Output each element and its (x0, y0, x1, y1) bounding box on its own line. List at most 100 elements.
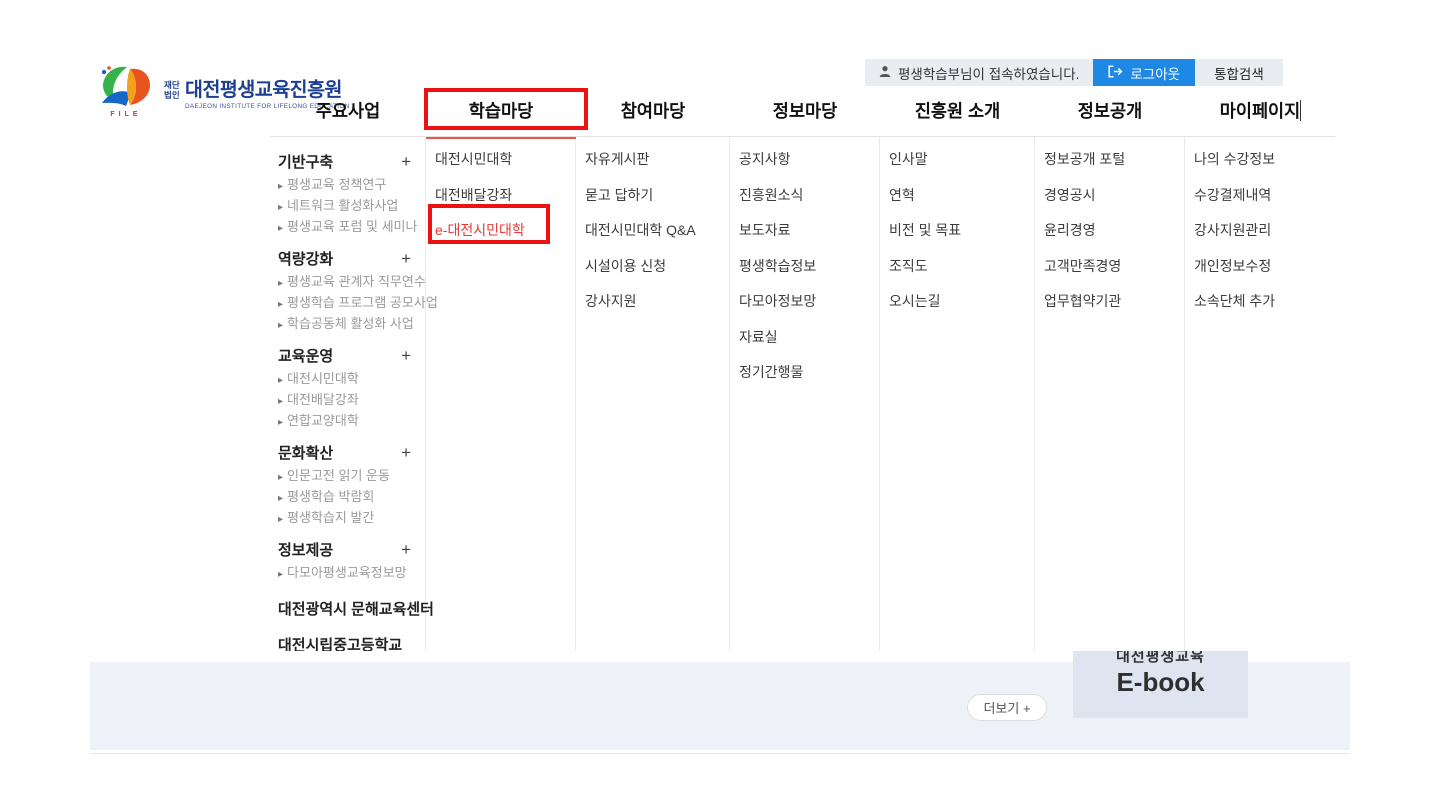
menu-extra-link[interactable]: 대전광역시 문해교육센터 (278, 592, 425, 628)
expand-icon[interactable]: + (401, 249, 411, 269)
menu-item[interactable]: 정보공개 포털 (1035, 142, 1184, 178)
menu-sub-item[interactable]: ▸학습공동체 활성화 사업 (278, 313, 425, 334)
more-button[interactable]: 더보기 + (967, 694, 1047, 721)
menu-group-title[interactable]: 역량강화 + (278, 246, 425, 271)
logo-prefix: 재단법인 (164, 81, 181, 101)
menu-item[interactable]: 업무협약기관 (1035, 284, 1184, 320)
bullet-arrow-icon: ▸ (278, 299, 283, 310)
menu-item[interactable]: 비전 및 목표 (880, 213, 1034, 249)
logo-file-letters: FILE (95, 111, 157, 118)
menu-item[interactable]: 연혁 (880, 178, 1034, 214)
logo-emblem-icon: FILE (95, 64, 157, 118)
menu-item[interactable]: 묻고 답하기 (576, 178, 729, 214)
menu-item[interactable]: 다모아정보망 (730, 284, 879, 320)
menu-group-label: 정보제공 (278, 539, 333, 560)
menu-item[interactable]: 개인정보수정 (1185, 249, 1335, 285)
menu-item[interactable]: 강사지원 (576, 284, 729, 320)
logout-label: 로그아웃 (1130, 63, 1180, 83)
menu-item[interactable]: 정기간행물 (730, 355, 879, 391)
active-tab-underline (426, 137, 576, 139)
menu-sub-item[interactable]: ▸평생학습 박람회 (278, 486, 425, 507)
expand-icon[interactable]: + (401, 346, 411, 366)
bullet-arrow-icon: ▸ (278, 320, 283, 331)
nav-item-disclosure[interactable]: 정보공개 (1035, 94, 1185, 128)
bullet-arrow-icon: ▸ (278, 223, 283, 234)
menu-item[interactable]: 보도자료 (730, 213, 879, 249)
bullet-arrow-icon: ▸ (278, 569, 283, 580)
bullet-arrow-icon: ▸ (278, 278, 283, 289)
menu-group-title[interactable]: 정보제공 + (278, 537, 425, 562)
menu-item[interactable]: 나의 수강정보 (1185, 142, 1335, 178)
menu-item[interactable]: 진흥원소식 (730, 178, 879, 214)
menu-sub-item[interactable]: ▸대전시민대학 (278, 368, 425, 389)
menu-item[interactable]: 조직도 (880, 249, 1034, 285)
menu-column-learning: 대전시민대학대전배달강좌e-대전시민대학 (426, 137, 576, 651)
section-divider (90, 753, 1350, 754)
bullet-arrow-icon: ▸ (278, 514, 283, 525)
page: 평생학습부님이 접속하였습니다. 로그아웃 통합검색 FILE 재단법인 (0, 0, 1440, 810)
menu-item[interactable]: 인사말 (880, 142, 1034, 178)
menu-item[interactable]: 자료실 (730, 320, 879, 356)
menu-group-label: 문화확산 (278, 442, 333, 463)
unified-search-button[interactable]: 통합검색 (1195, 59, 1283, 86)
bullet-arrow-icon: ▸ (278, 493, 283, 504)
expand-icon[interactable]: + (401, 152, 411, 172)
menu-group-title[interactable]: 기반구축 + (278, 149, 425, 174)
nav-item-about[interactable]: 진흥원 소개 (880, 94, 1035, 128)
bullet-arrow-icon: ▸ (278, 396, 283, 407)
menu-column-info-plaza: 공지사항진흥원소식보도자료평생학습정보다모아정보망자료실정기간행물 (730, 137, 880, 651)
nav-item-info-plaza[interactable]: 정보마당 (730, 94, 880, 128)
bullet-arrow-icon: ▸ (278, 202, 283, 213)
menu-item[interactable]: 대전시민대학 Q&A (576, 213, 729, 249)
menu-item[interactable]: 자유게시판 (576, 142, 729, 178)
menu-item[interactable]: 소속단체 추가 (1185, 284, 1335, 320)
nav-item-learning[interactable]: 학습마당 (426, 94, 576, 128)
nav-item-mypage[interactable]: 마이페이지 (1185, 94, 1335, 128)
bullet-arrow-icon: ▸ (278, 472, 283, 483)
menu-group: 기반구축 +▸평생교육 정책연구▸네트워크 활성화사업▸평생교육 포럼 및 세미나 (278, 149, 425, 237)
logout-button[interactable]: 로그아웃 (1093, 59, 1195, 86)
menu-group-title[interactable]: 교육운영 + (278, 343, 425, 368)
menu-item[interactable]: 평생학습정보 (730, 249, 879, 285)
menu-sub-item[interactable]: ▸네트워크 활성화사업 (278, 195, 425, 216)
menu-item[interactable]: 대전배달강좌 (426, 178, 575, 214)
menu-sub-item[interactable]: ▸다모아평생교육정보망 (278, 562, 425, 583)
menu-group: 역량강화 +▸평생교육 관계자 직무연수▸평생학습 프로그램 공모사업▸학습공동체… (278, 246, 425, 334)
menu-column-main-projects: 기반구축+▸평생교육 정책연구▸네트워크 활성화사업▸평생교육 포럼 및 세미나… (270, 137, 426, 651)
person-icon (879, 65, 891, 81)
menu-item[interactable]: 수강결제내역 (1185, 178, 1335, 214)
menu-item[interactable]: 대전시민대학 (426, 142, 575, 178)
menu-sub-item[interactable]: ▸인문고전 읽기 운동 (278, 465, 425, 486)
menu-item[interactable]: 경영공시 (1035, 178, 1184, 214)
menu-group-title[interactable]: 문화확산 + (278, 440, 425, 465)
menu-item[interactable]: 공지사항 (730, 142, 879, 178)
expand-icon[interactable]: + (401, 443, 411, 463)
menu-column-mypage: 나의 수강정보수강결제내역강사지원관리개인정보수정소속단체 추가 (1185, 137, 1335, 651)
menu-sub-item[interactable]: ▸평생교육 포럼 및 세미나 (278, 216, 425, 237)
menu-group: 정보제공 +▸다모아평생교육정보망 (278, 537, 425, 583)
menu-sub-item[interactable]: ▸대전배달강좌 (278, 389, 425, 410)
nav-item-main-projects[interactable]: 주요사업 (270, 94, 426, 128)
menu-extra-link[interactable]: 대전시립중고등학교 (278, 628, 425, 651)
menu-item[interactable]: e-대전시민대학 (426, 213, 575, 249)
menu-item[interactable]: 오시는길 (880, 284, 1034, 320)
bullet-arrow-icon: ▸ (278, 181, 283, 192)
menu-item[interactable]: 시설이용 신청 (576, 249, 729, 285)
menu-sub-item[interactable]: ▸평생교육 관계자 직무연수 (278, 271, 425, 292)
logout-icon (1108, 65, 1123, 81)
menu-sub-item[interactable]: ▸연합교양대학 (278, 410, 425, 431)
bullet-arrow-icon: ▸ (278, 417, 283, 428)
menu-sub-item[interactable]: ▸평생학습 프로그램 공모사업 (278, 292, 425, 313)
menu-sub-item[interactable]: ▸평생교육 정책연구 (278, 174, 425, 195)
menu-item[interactable]: 강사지원관리 (1185, 213, 1335, 249)
menu-item[interactable]: 윤리경영 (1035, 213, 1184, 249)
menu-group: 문화확산 +▸인문고전 읽기 운동▸평생학습 박람회▸평생학습지 발간 (278, 440, 425, 528)
menu-group-label: 기반구축 (278, 151, 333, 172)
nav-item-participation[interactable]: 참여마당 (576, 94, 730, 128)
menu-group-label: 교육운영 (278, 345, 333, 366)
menu-group-label: 역량강화 (278, 248, 333, 269)
menu-sub-item[interactable]: ▸평생학습지 발간 (278, 507, 425, 528)
expand-icon[interactable]: + (401, 540, 411, 560)
menu-item[interactable]: 고객만족경영 (1035, 249, 1184, 285)
menu-group: 교육운영 +▸대전시민대학▸대전배달강좌▸연합교양대학 (278, 343, 425, 431)
